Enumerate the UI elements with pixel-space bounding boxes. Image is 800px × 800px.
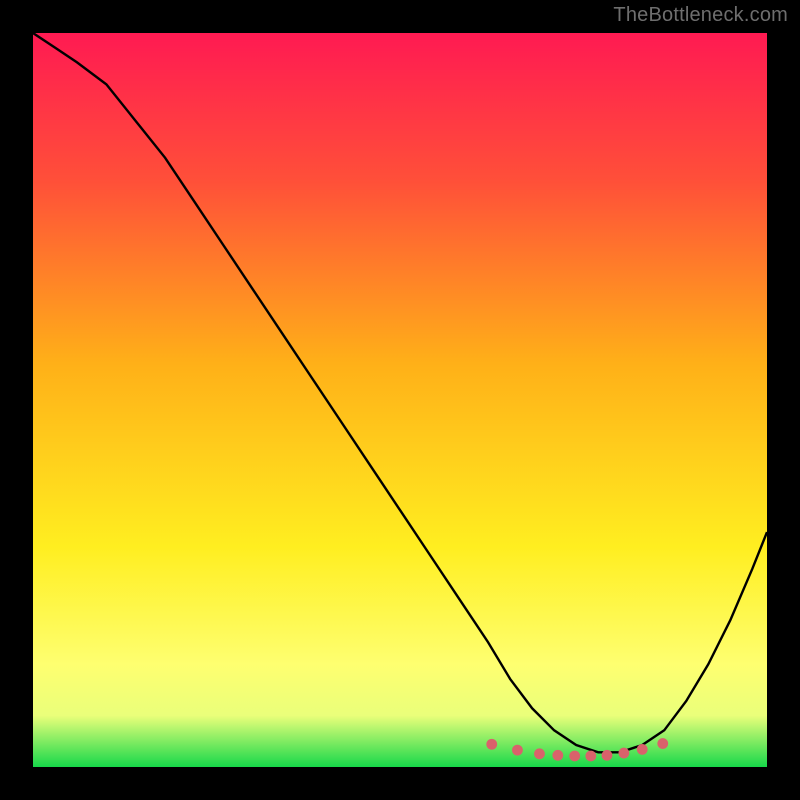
marker-dot bbox=[534, 748, 545, 759]
marker-dot bbox=[657, 738, 668, 749]
marker-dot bbox=[637, 744, 648, 755]
watermark-text: TheBottleneck.com bbox=[613, 4, 788, 27]
chart-svg bbox=[33, 33, 767, 767]
marker-dot bbox=[512, 745, 523, 756]
marker-dot bbox=[618, 748, 629, 759]
plot-area bbox=[33, 33, 767, 767]
marker-dot bbox=[569, 751, 580, 762]
marker-dot bbox=[486, 739, 497, 750]
chart-container: TheBottleneck.com bbox=[0, 0, 800, 800]
marker-dot bbox=[585, 751, 596, 762]
marker-dot bbox=[602, 750, 613, 761]
marker-dot bbox=[552, 750, 563, 761]
gradient-background bbox=[33, 33, 767, 767]
